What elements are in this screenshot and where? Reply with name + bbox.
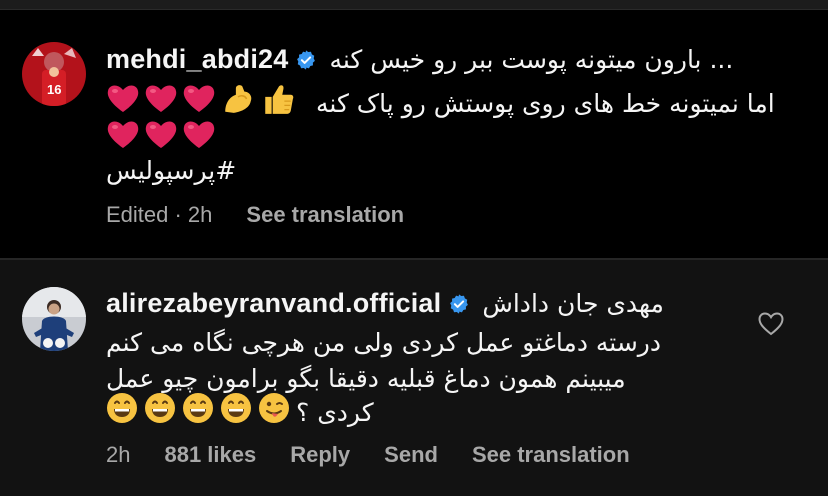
heart-emoji-icon — [183, 85, 215, 112]
comment-beyranvand: alirezabeyranvand.official مهدی جان دادا… — [0, 260, 828, 496]
username[interactable]: alirezabeyranvand.official — [106, 288, 441, 319]
comment-text-line2: درسته دماغتو عمل کردی ولی من هرچی نگاه م… — [106, 328, 662, 357]
see-translation-button[interactable]: See translation — [472, 442, 630, 468]
send-button[interactable]: Send — [384, 442, 438, 468]
grinning-emoji-icon — [221, 393, 251, 423]
top-separator — [0, 0, 828, 10]
verified-badge-icon — [450, 293, 469, 314]
comment-meta: Edited · 2h See translation — [106, 202, 438, 228]
grinning-emoji-icon — [145, 393, 175, 423]
comment-meta: 2h 881 likes Reply Send See translation — [106, 442, 664, 468]
likes-count[interactable]: 881 likes — [164, 442, 256, 468]
heart-emoji-icon — [145, 121, 177, 148]
comment-text-line4: کردی ؟ — [296, 398, 374, 427]
verified-badge-icon — [297, 49, 316, 70]
hearts-row-2 — [106, 118, 216, 150]
grinning-emoji-icon — [107, 393, 137, 423]
comment-timestamp: 2h — [106, 442, 131, 467]
heart-emoji-icon — [145, 85, 177, 112]
emoji-row — [106, 392, 290, 424]
see-translation-button[interactable]: See translation — [246, 202, 404, 228]
avatar[interactable] — [22, 287, 86, 351]
heart-emoji-icon — [107, 85, 139, 112]
winking-tongue-emoji-icon — [259, 393, 289, 423]
grinning-emoji-icon — [183, 393, 213, 423]
reply-button[interactable]: Reply — [290, 442, 350, 468]
hearts-row-1 — [106, 82, 296, 116]
hashtag-link[interactable]: #پرسپولیس — [106, 156, 236, 185]
avatar[interactable]: 16 — [22, 42, 86, 106]
comment-header: mehdi_abdi24 ... بارون میتونه پوست ببر ر… — [106, 44, 733, 75]
heart-emoji-icon — [183, 121, 215, 148]
avatar-number: 16 — [47, 82, 61, 97]
comment-text-line1: مهدی جان داداش — [482, 289, 664, 318]
flexed-biceps-icon — [225, 85, 252, 113]
comment-header: alirezabeyranvand.official مهدی جان دادا… — [106, 288, 664, 319]
comment-text-line2: اما نمیتونه خط های روی پوستش رو پاک کنه — [316, 89, 775, 118]
comment-mehdi: 16 mehdi_abdi24 ... بارون میتونه پوست بب… — [0, 10, 828, 258]
like-heart-outline-icon[interactable] — [758, 312, 784, 336]
username[interactable]: mehdi_abdi24 — [106, 44, 288, 75]
heart-emoji-icon — [107, 121, 139, 148]
thumbs-up-icon — [265, 85, 294, 114]
comment-text-line1: ... بارون میتونه پوست ببر رو خیس کنه — [329, 45, 734, 74]
edited-timestamp: Edited · 2h — [106, 202, 213, 227]
comment-text-line3: میبینم همون دماغ قبلیه دقیقا بگو برامون … — [106, 364, 626, 393]
